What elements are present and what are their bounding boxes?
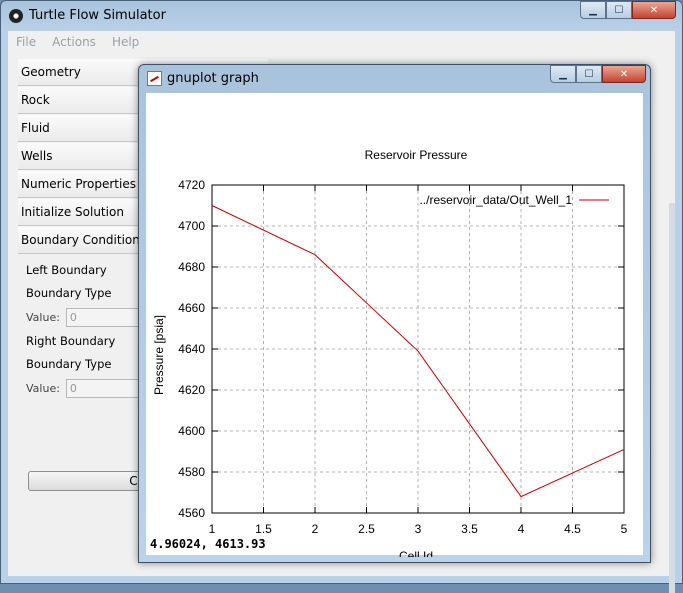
legend-label: ../reservoir_data/Out_Well_1 bbox=[419, 193, 572, 207]
x-tick-label: 5 bbox=[621, 522, 628, 536]
x-tick-label: 1.5 bbox=[255, 522, 272, 536]
y-tick-label: 4660 bbox=[178, 301, 205, 315]
minimize-icon: ▁ bbox=[589, 5, 597, 16]
left-value-label: Value: bbox=[26, 311, 60, 324]
menu-file[interactable]: File bbox=[16, 35, 36, 49]
y-tick-label: 4700 bbox=[178, 219, 205, 233]
x-tick-label: 2 bbox=[312, 522, 319, 536]
menu-help[interactable]: Help bbox=[112, 35, 139, 49]
pressure-chart: Reservoir Pressure Cell Id Pressure [psi… bbox=[146, 93, 645, 557]
x-axis-label: Cell Id bbox=[399, 549, 433, 557]
menu-actions[interactable]: Actions bbox=[52, 35, 96, 49]
gnuplot-graph-icon bbox=[147, 71, 162, 86]
gnuplot-window: gnuplot graph ▁ ☐ ✕ Reservoir Pressure C… bbox=[138, 64, 651, 563]
x-tick-label: 2.5 bbox=[358, 522, 375, 536]
x-tick-label: 4 bbox=[518, 522, 525, 536]
y-tick-label: 4560 bbox=[178, 506, 205, 520]
close-button[interactable]: ✕ bbox=[632, 1, 676, 19]
maximize-icon: ☐ bbox=[585, 69, 594, 80]
gnuplot-window-title: gnuplot graph bbox=[167, 71, 259, 86]
window-title: Turtle Flow Simulator bbox=[29, 8, 166, 23]
gnuplot-maximize-button[interactable]: ☐ bbox=[576, 65, 602, 83]
title-bar: Turtle Flow Simulator ▁ ☐ ✕ bbox=[1, 1, 682, 31]
close-icon: ✕ bbox=[620, 69, 628, 80]
scrollbar[interactable] bbox=[669, 203, 675, 593]
chart-title: Reservoir Pressure bbox=[365, 148, 468, 162]
gnuplot-close-button[interactable]: ✕ bbox=[602, 65, 646, 83]
close-icon: ✕ bbox=[650, 5, 658, 16]
y-tick-label: 4640 bbox=[178, 342, 205, 356]
y-tick-label: 4620 bbox=[178, 383, 205, 397]
gnuplot-minimize-button[interactable]: ▁ bbox=[550, 65, 576, 83]
minimize-button[interactable]: ▁ bbox=[580, 1, 606, 19]
x-tick-label: 3 bbox=[415, 522, 422, 536]
y-tick-label: 4720 bbox=[178, 178, 205, 192]
minimize-icon: ▁ bbox=[559, 69, 567, 80]
y-tick-label: 4580 bbox=[178, 465, 205, 479]
y-tick-label: 4600 bbox=[178, 424, 205, 438]
menu-bar: File Actions Help bbox=[8, 31, 675, 53]
x-tick-label: 4.5 bbox=[564, 522, 581, 536]
turtle-app-icon bbox=[9, 9, 23, 23]
maximize-button[interactable]: ☐ bbox=[606, 1, 632, 19]
gnuplot-canvas[interactable]: Reservoir Pressure Cell Id Pressure [psi… bbox=[146, 93, 643, 555]
x-tick-label: 3.5 bbox=[461, 522, 478, 536]
right-value-label: Value: bbox=[26, 382, 60, 395]
y-axis-label: Pressure [psia] bbox=[152, 315, 166, 395]
maximize-icon: ☐ bbox=[615, 5, 624, 16]
x-tick-label: 1 bbox=[209, 522, 216, 536]
y-tick-label: 4680 bbox=[178, 260, 205, 274]
cursor-coordinates: 4.96024, 4613.93 bbox=[150, 537, 266, 551]
